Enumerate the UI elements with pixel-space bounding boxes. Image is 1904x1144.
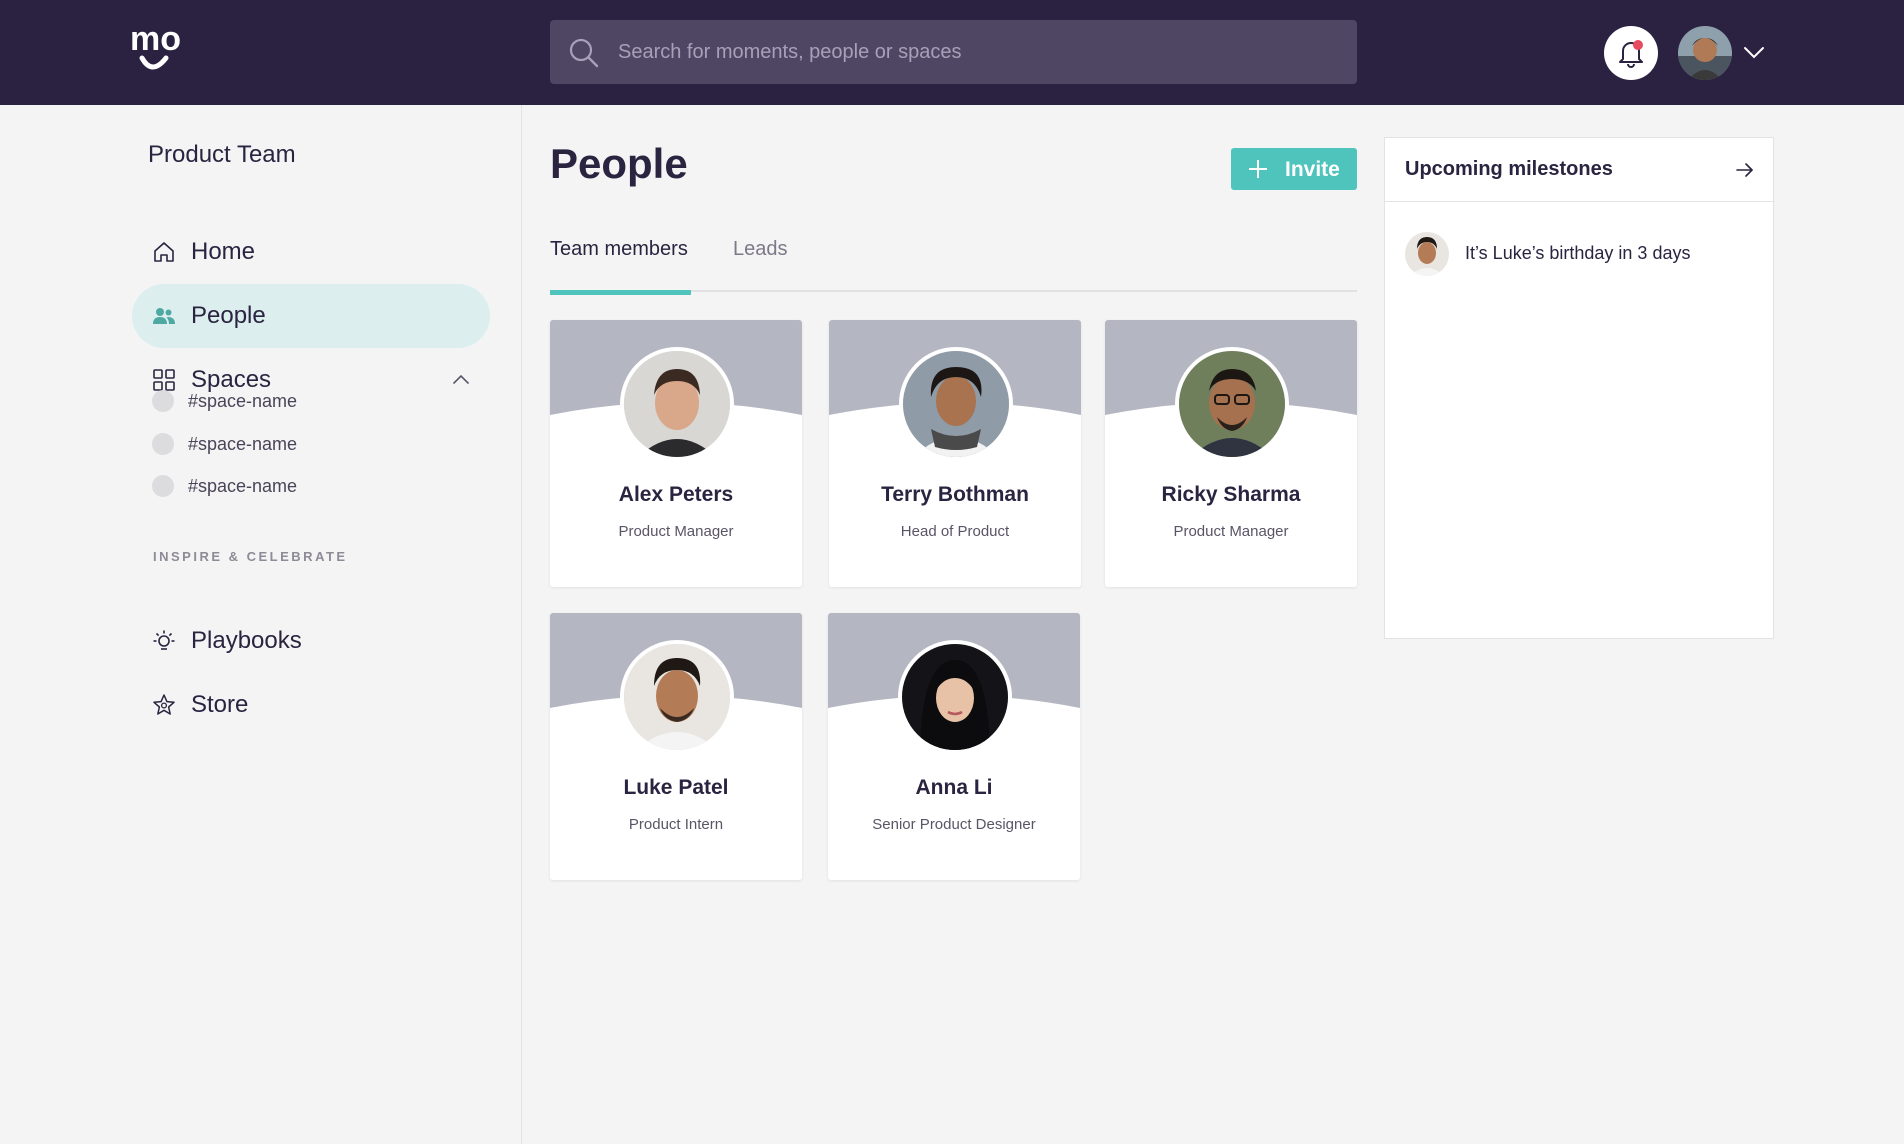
person-card[interactable]: Alex Peters Product Manager <box>550 320 802 587</box>
chevron-down-icon[interactable] <box>1742 42 1766 62</box>
person-role: Head of Product <box>900 523 1010 540</box>
person-role: Senior Product Designer <box>872 816 1036 833</box>
person-card[interactable]: Anna Li Senior Product Designer <box>828 613 1080 880</box>
tab-leads[interactable]: Leads <box>733 238 788 292</box>
person-card[interactable]: Terry Bothman Head of Product <box>829 320 1081 587</box>
space-item[interactable]: #space-name <box>152 472 297 500</box>
tab-label: Team members <box>550 238 688 260</box>
person-name: Terry Bothman <box>881 483 1029 506</box>
person-photo <box>620 640 734 754</box>
person-photo <box>620 347 734 461</box>
invite-button[interactable]: Invite <box>1231 148 1357 190</box>
milestones-header: Upcoming milestones <box>1385 138 1773 202</box>
person-name: Ricky Sharma <box>1161 483 1301 506</box>
notifications-button[interactable] <box>1604 26 1658 80</box>
person-role: Product Intern <box>628 816 724 833</box>
person-photo <box>1175 347 1289 461</box>
milestone-avatar <box>1405 232 1449 276</box>
space-dot <box>152 475 174 497</box>
milestones-title: Upcoming milestones <box>1405 158 1613 180</box>
milestone-text: It’s Luke’s birthday in 3 days <box>1465 243 1691 263</box>
sidebar: Product Team Home People Spaces #space-n… <box>0 105 522 1144</box>
sidebar-item-store[interactable]: Store <box>132 673 490 737</box>
team-name: Product Team <box>148 141 296 168</box>
person-name: Luke Patel <box>623 776 729 799</box>
person-role: Product Manager <box>618 523 734 540</box>
bell-icon <box>1619 40 1643 68</box>
space-item[interactable]: #space-name <box>152 430 297 458</box>
person-photo <box>898 640 1012 754</box>
sidebar-item-label: Playbooks <box>191 627 302 654</box>
tab-label: Leads <box>733 238 788 260</box>
search-bar[interactable] <box>550 20 1357 84</box>
invite-label: Invite <box>1285 158 1340 181</box>
sidebar-item-label: Home <box>191 238 256 265</box>
space-item[interactable]: #space-name <box>152 387 297 415</box>
space-dot <box>152 390 174 412</box>
sidebar-item-label: People <box>191 302 266 329</box>
search-icon <box>569 38 599 68</box>
lightbulb-icon <box>153 630 175 650</box>
milestones-panel: Upcoming milestones It’s Luke’s birthday… <box>1384 137 1774 639</box>
person-photo <box>899 347 1013 461</box>
app-logo[interactable]: mo <box>128 22 192 78</box>
logo-mark: mo <box>130 22 181 70</box>
star-icon <box>153 694 175 715</box>
search-input[interactable] <box>618 20 1338 84</box>
section-label: INSPIRE & CELEBRATE <box>153 549 348 564</box>
milestone-item[interactable]: It’s Luke’s birthday in 3 days <box>1405 232 1755 276</box>
space-label: #space-name <box>188 390 298 411</box>
sidebar-item-label: Store <box>191 691 249 718</box>
sidebar-item-playbooks[interactable]: Playbooks <box>132 609 490 673</box>
sidebar-item-people[interactable]: People <box>132 284 490 348</box>
space-dot <box>152 433 174 455</box>
home-icon <box>154 242 174 262</box>
person-card[interactable]: Ricky Sharma Product Manager <box>1105 320 1357 587</box>
svg-text:mo: mo <box>130 22 181 58</box>
space-label: #space-name <box>188 433 298 454</box>
person-name: Alex Peters <box>618 483 734 506</box>
person-card[interactable]: Luke Patel Product Intern <box>550 613 802 880</box>
sidebar-item-home[interactable]: Home <box>132 220 490 284</box>
chevron-up-icon[interactable] <box>452 372 470 386</box>
space-label: #space-name <box>188 475 298 496</box>
notification-dot <box>1633 40 1643 50</box>
people-icon <box>153 308 175 324</box>
person-role: Product Manager <box>1173 523 1289 540</box>
arrow-right-icon[interactable] <box>1735 160 1755 180</box>
top-bar: mo <box>0 0 1904 105</box>
user-avatar[interactable] <box>1678 26 1732 80</box>
page-title: People <box>550 140 688 187</box>
plus-icon <box>1249 160 1267 178</box>
active-tab-indicator <box>550 290 691 295</box>
tab-team-members[interactable]: Team members <box>550 238 691 295</box>
person-name: Anna Li <box>915 776 993 799</box>
tab-bar: Team members Leads <box>550 232 1357 295</box>
